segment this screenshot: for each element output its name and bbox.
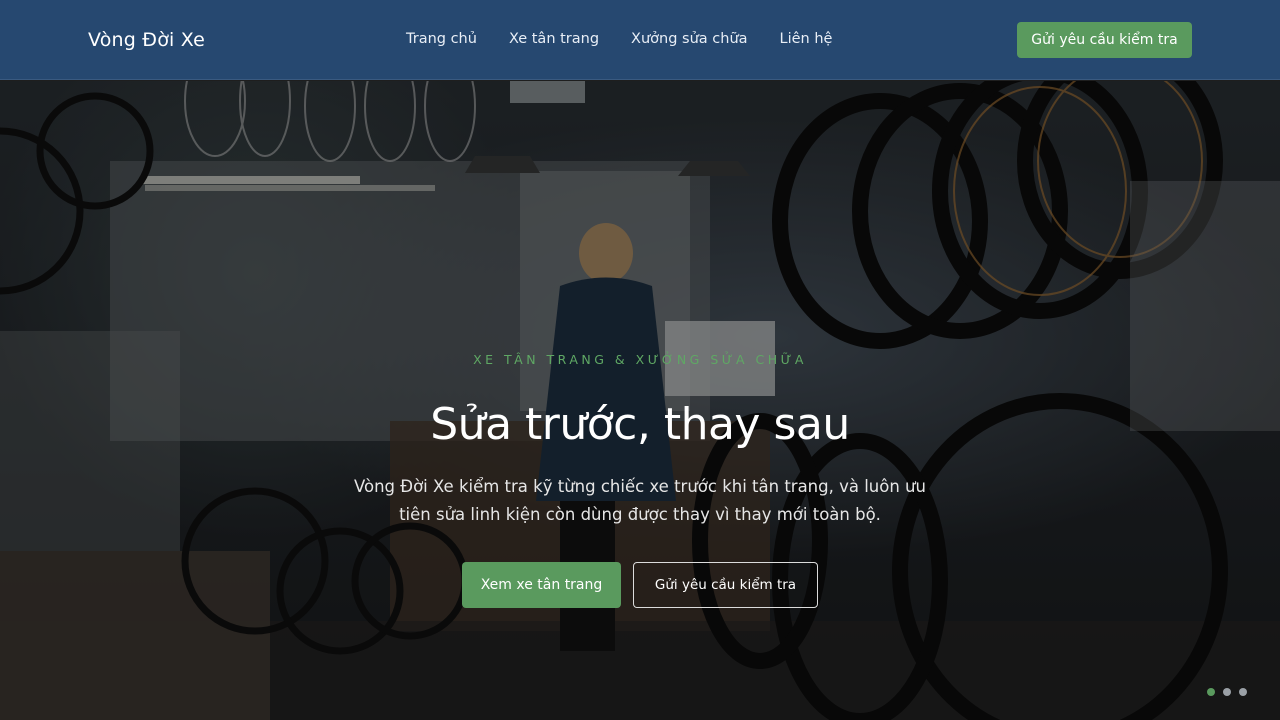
carousel-dot-1[interactable] [1207,688,1215,696]
nav-repair-shop[interactable]: Xưởng sửa chữa [631,31,747,47]
site-header: Vòng Đời Xe Trang chủ Xe tân trang Xưởng… [0,0,1280,80]
carousel-dot-3[interactable] [1239,688,1247,696]
hero-request-inspection-button[interactable]: Gửi yêu cầu kiểm tra [633,562,818,608]
hero-content: XE TÂN TRANG & XƯỞNG SỬA CHỮA Sửa trước,… [0,81,1280,720]
brand-logo[interactable]: Vòng Đời Xe [88,29,205,51]
hero-title: Sửa trước, thay sau [430,399,850,450]
view-refurbished-button[interactable]: Xem xe tân trang [462,562,621,608]
hero-section: XE TÂN TRANG & XƯỞNG SỬA CHỮA Sửa trước,… [0,81,1280,720]
nav-refurbished-bikes[interactable]: Xe tân trang [509,31,599,47]
hero-eyebrow: XE TÂN TRANG & XƯỞNG SỬA CHỮA [473,352,807,367]
carousel-dots [1207,688,1255,696]
request-inspection-button[interactable]: Gửi yêu cầu kiểm tra [1017,22,1192,58]
nav-contact[interactable]: Liên hệ [780,31,833,47]
carousel-dot-2[interactable] [1223,688,1231,696]
hero-description: Vòng Đời Xe kiểm tra kỹ từng chiếc xe tr… [354,477,926,524]
main-nav: Trang chủ Xe tân trang Xưởng sửa chữa Li… [406,31,864,47]
nav-home[interactable]: Trang chủ [406,31,477,47]
